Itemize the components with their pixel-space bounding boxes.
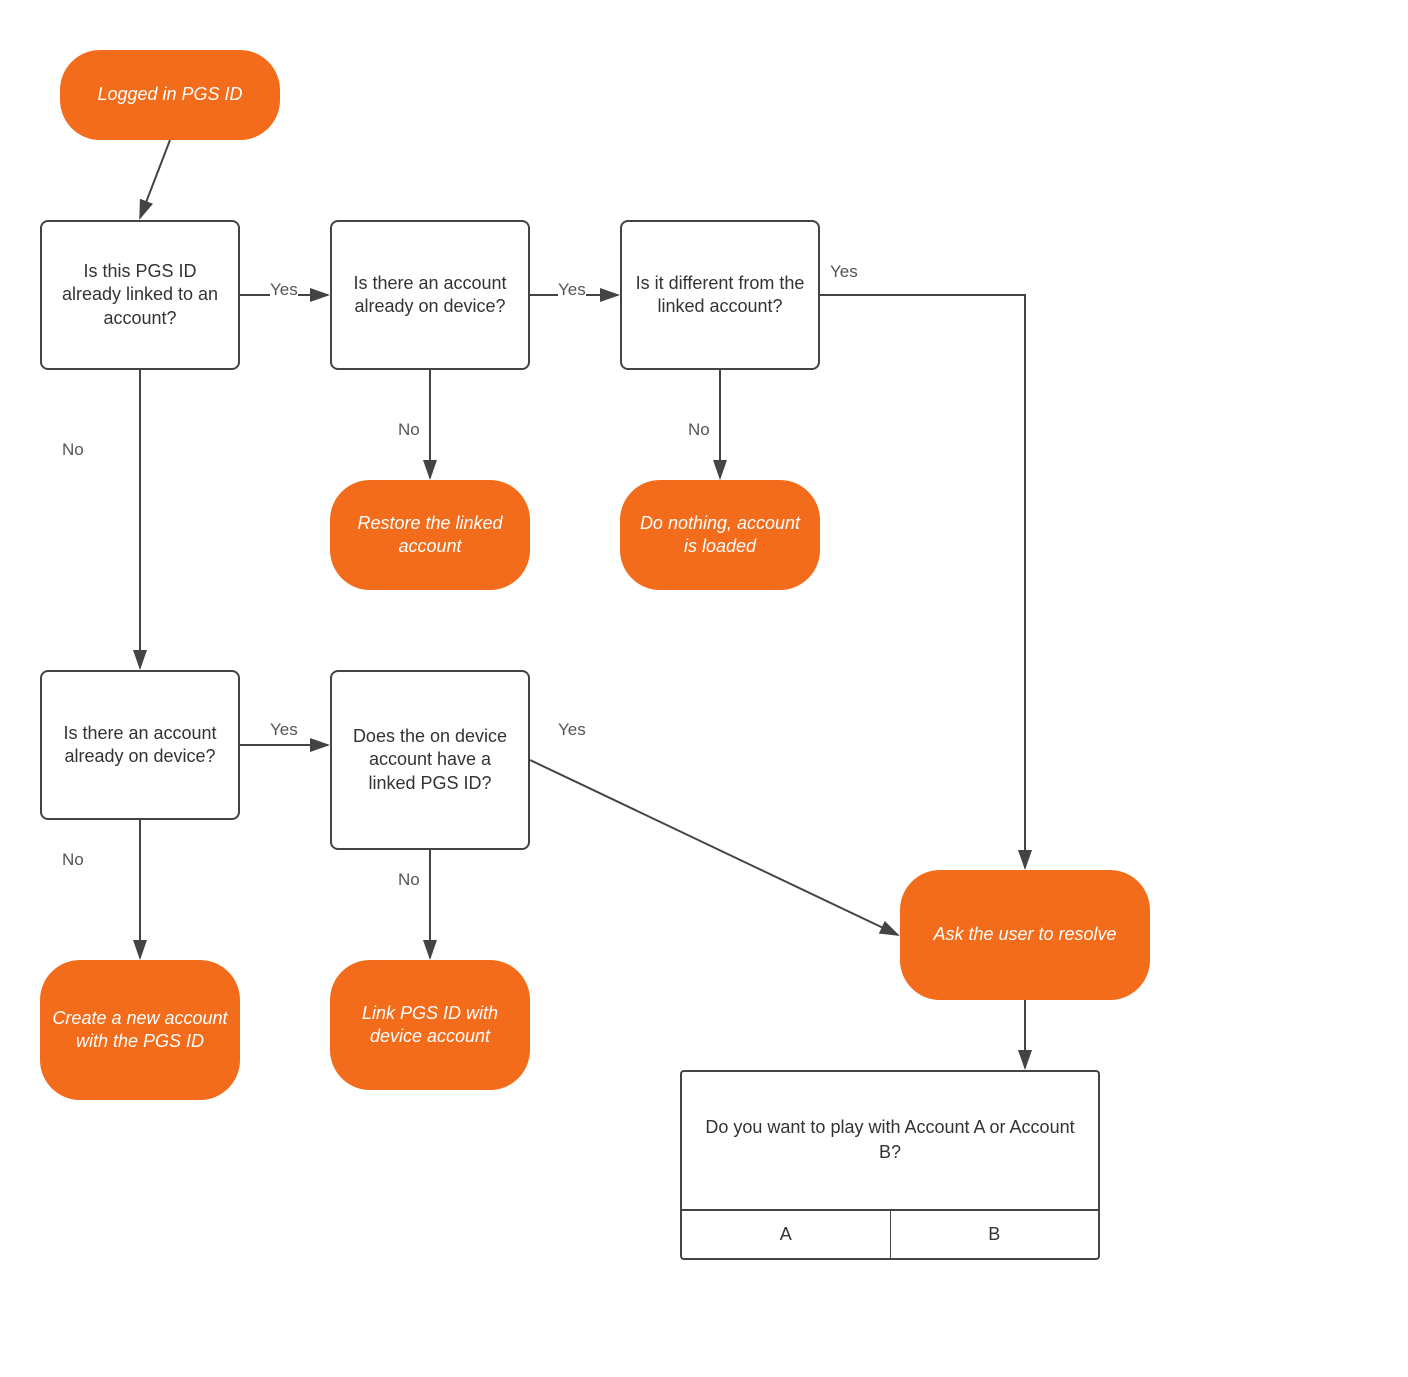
label-yes5: Yes [558,720,586,740]
q5-node: Does the on device account have a linked… [330,670,530,850]
flowchart: Yes Yes Yes Yes Yes No No No No No Logge… [0,0,1408,1377]
nothing-label: Do nothing, account is loaded [632,512,808,559]
link-node: Link PGS ID with device account [330,960,530,1090]
q5-label: Does the on device account have a linked… [344,725,516,795]
q4-label: Is there an account already on device? [54,722,226,769]
label-no5: No [398,870,420,890]
start-label: Logged in PGS ID [97,83,242,106]
dialog-btn-b[interactable]: B [891,1211,1099,1258]
ask-node: Ask the user to resolve [900,870,1150,1000]
q4-node: Is there an account already on device? [40,670,240,820]
create-label: Create a new account with the PGS ID [52,1007,228,1054]
restore-node: Restore the linked account [330,480,530,590]
dialog-btn-a[interactable]: A [682,1211,891,1258]
start-node: Logged in PGS ID [60,50,280,140]
restore-label: Restore the linked account [342,512,518,559]
label-no2: No [398,420,420,440]
q3-label: Is it different from the linked account? [634,272,806,319]
label-no3: No [688,420,710,440]
label-yes1: Yes [270,280,298,300]
q1-label: Is this PGS ID already linked to an acco… [54,260,226,330]
q2-node: Is there an account already on device? [330,220,530,370]
dialog-node: Do you want to play with Account A or Ac… [680,1070,1100,1260]
dialog-buttons: A B [682,1209,1098,1258]
label-yes4: Yes [270,720,298,740]
link-label: Link PGS ID with device account [342,1002,518,1049]
ask-label: Ask the user to resolve [933,923,1116,946]
dialog-text: Do you want to play with Account A or Ac… [682,1072,1098,1209]
q1-node: Is this PGS ID already linked to an acco… [40,220,240,370]
label-yes2: Yes [558,280,586,300]
create-node: Create a new account with the PGS ID [40,960,240,1100]
q3-node: Is it different from the linked account? [620,220,820,370]
label-no4: No [62,850,84,870]
nothing-node: Do nothing, account is loaded [620,480,820,590]
q2-label: Is there an account already on device? [344,272,516,319]
label-yes3: Yes [830,262,858,282]
label-no1: No [62,440,84,460]
